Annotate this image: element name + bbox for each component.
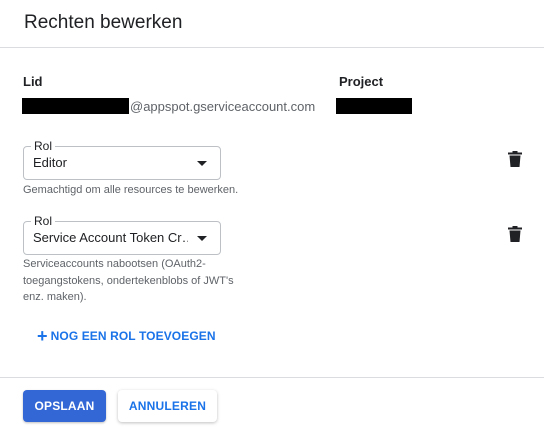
role-helper-line: Serviceaccounts nabootsen (OAuth2- (23, 258, 206, 270)
edit-permissions-dialog: Rechten bewerken Lid Project @appspot.gs… (0, 0, 544, 437)
trash-icon[interactable] (508, 151, 522, 167)
member-redacted-block (22, 98, 129, 114)
member-domain-suffix: @appspot.gserviceaccount.com (130, 98, 316, 114)
add-role-button[interactable]: + NOG EEN ROL TOEVOEGEN (37, 326, 216, 346)
plus-icon: + (37, 326, 48, 346)
role-helper-text-2: Serviceaccounts nabootsen (OAuth2- toega… (23, 256, 263, 306)
role-select-2[interactable]: Rol Service Account Token Cr… (23, 214, 221, 255)
role-select-label: Rol (31, 139, 56, 153)
save-button[interactable]: OPSLAAN (23, 390, 106, 422)
project-header: Project (339, 74, 384, 89)
role-helper-text-1: Gemachtigd om alle resources te bewerken… (23, 184, 239, 196)
role-select-label: Rol (31, 214, 56, 228)
header-divider (0, 47, 544, 48)
add-role-label: NOG EEN ROL TOEVOEGEN (50, 329, 216, 343)
trash-icon[interactable] (508, 226, 522, 242)
footer-divider (0, 377, 544, 378)
cancel-button[interactable]: ANNULEREN (118, 390, 217, 422)
triangle-down-icon (197, 161, 207, 166)
member-header: Lid (23, 74, 43, 89)
member-value: @appspot.gserviceaccount.com (22, 97, 315, 115)
dialog-title: Rechten bewerken (24, 12, 183, 33)
role-select-value: Service Account Token Cr… (33, 230, 188, 245)
role-helper-line: enz. maken). (23, 291, 87, 303)
role-helper-line: toegangstokens, ondertekenblobs of JWT's (23, 274, 234, 287)
triangle-down-icon (197, 236, 207, 241)
role-select-value: Editor (33, 155, 67, 170)
project-redacted-block (336, 98, 412, 114)
role-select-1[interactable]: Rol Editor (23, 139, 221, 180)
